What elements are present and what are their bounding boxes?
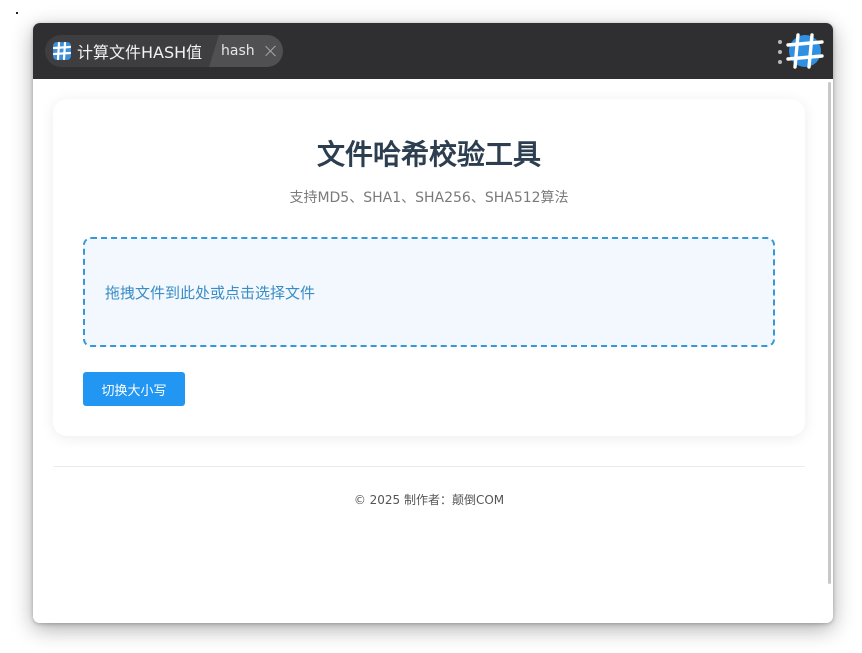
main-content: 文件哈希校验工具 支持MD5、SHA1、SHA256、SHA512算法 拖拽文件… (33, 79, 833, 623)
footer-credit: © 2025 制作者：颠倒COM (353, 493, 505, 507)
app-tab[interactable]: 计算文件HASH值 (45, 35, 223, 67)
toggle-case-button[interactable]: 切换大小写 (83, 372, 185, 406)
dropzone-label: 拖拽文件到此处或点击选择文件 (105, 283, 316, 302)
footer-divider (53, 466, 805, 467)
title-bar: 计算文件HASH值 hash (33, 23, 833, 79)
hash-globe-icon[interactable] (786, 32, 824, 70)
page-title: 文件哈希校验工具 (316, 138, 541, 171)
app-window: 计算文件HASH值 hash 文件哈希校验工具 支持MD5、SHA1、SHA25… (33, 23, 833, 623)
app-title: 计算文件HASH值 (77, 43, 203, 62)
file-dropzone[interactable]: 拖拽文件到此处或点击选择文件 (83, 237, 775, 347)
screen-dot (16, 12, 18, 14)
hash-tool-card: 文件哈希校验工具 支持MD5、SHA1、SHA256、SHA512算法 拖拽文件… (53, 99, 805, 436)
vertical-scrollbar[interactable] (828, 82, 831, 584)
close-icon[interactable] (265, 45, 277, 57)
hash-grid-icon (51, 40, 73, 62)
more-vertical-icon[interactable] (777, 40, 783, 64)
tab-hash-label: hash (221, 43, 255, 59)
page-subtitle: 支持MD5、SHA1、SHA256、SHA512算法 (289, 190, 569, 206)
tab-hash[interactable]: hash (209, 35, 283, 67)
